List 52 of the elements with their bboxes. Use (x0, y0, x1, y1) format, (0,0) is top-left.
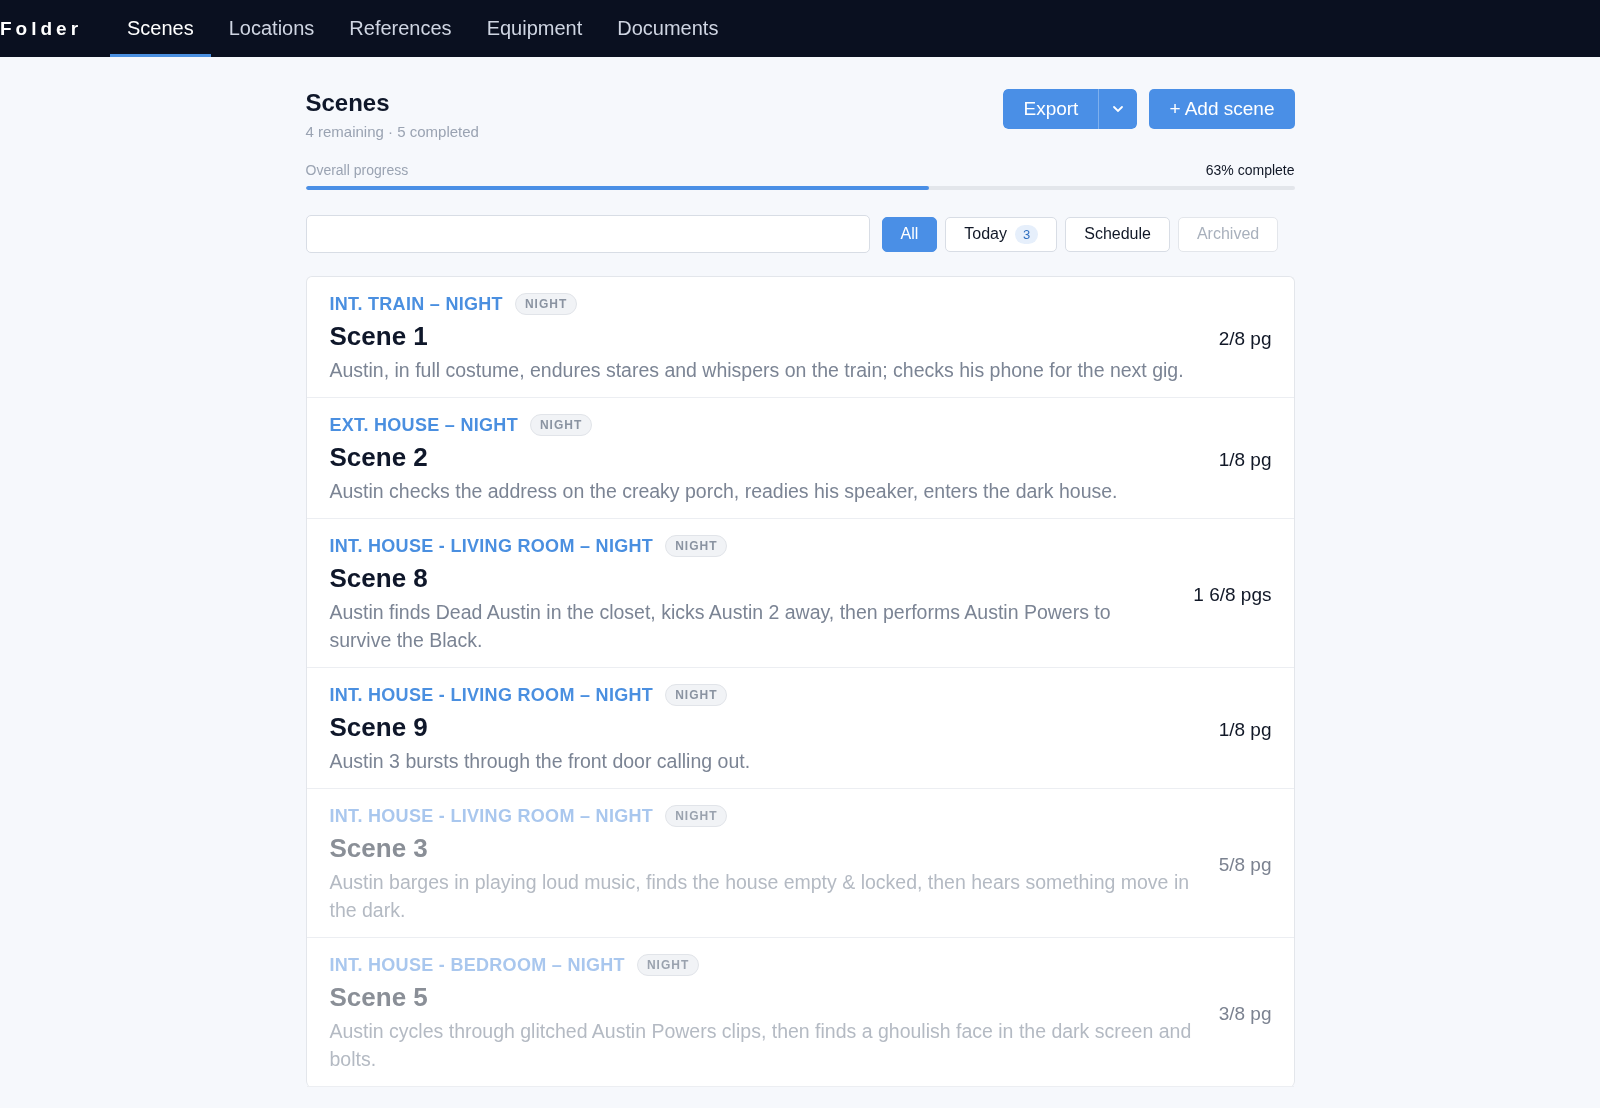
nav-tab[interactable]: Equipment (469, 0, 600, 57)
scene-summary: Austin cycles through glitched Austin Powers clips, then finds a ghoulish face in the dark screen and bolts. (329, 1019, 1193, 1072)
scene-heading: INT. HOUSE - LIVING ROOM – NIGHT (329, 805, 654, 827)
scene-heading: INT. HOUSE - LIVING ROOM – NIGHT (329, 684, 654, 706)
chevron-down-icon (1112, 105, 1125, 113)
scene-row[interactable]: INT. HOUSE - LIVING ROOM – NIGHT NIGHT Scene 9 Austin 3 bursts through the front door calling out. 1/8 pg (306, 668, 1294, 789)
search-field[interactable] (305, 215, 870, 253)
scene-heading: INT. TRAIN – NIGHT (329, 293, 503, 315)
time-tag: NIGHT (514, 293, 578, 315)
filter-button[interactable]: Schedule (1065, 216, 1170, 252)
page-length: 2/8 pg (1218, 327, 1272, 350)
page-length: 1/8 pg (1218, 718, 1272, 741)
filter-button[interactable]: Today 3 (945, 216, 1058, 252)
scene-summary: Austin, in full costume, endures stares and whispers on the train; checks his phone for the next gig. (329, 358, 1185, 383)
scene-row[interactable]: INT. TRAIN – NIGHT NIGHT Scene 1 Austin, in full costume, endures stares and whispers on the train; checks his phone for the next gig. 2/8 pg (306, 277, 1294, 398)
scene-summary: Austin checks the address on the creaky porch, readies his speaker, enters the dark house. (329, 479, 1119, 504)
nav-tab[interactable]: Documents (600, 0, 736, 57)
scene-title: Scene 2 (329, 442, 429, 473)
scene-heading: INT. HOUSE - LIVING ROOM – NIGHT (329, 535, 654, 557)
scene-summary: Austin barges in playing loud music, finds the house empty & locked, then hears something move in the dark. (329, 870, 1191, 923)
scene-heading: INT. HOUSE - BEDROOM – NIGHT (329, 954, 625, 976)
count-badge: 3 (1015, 224, 1039, 244)
nav-tab[interactable]: Locations (211, 0, 332, 57)
time-tag: NIGHT (665, 805, 728, 827)
time-tag: NIGHT (636, 954, 700, 976)
page-length: 1/8 pg (1218, 448, 1272, 471)
scene-title: Scene 9 (329, 712, 429, 743)
scene-row[interactable]: EXT. HOUSE – NIGHT NIGHT Scene 2 Austin checks the address on the creaky porch, readies his speaker, enters the dark house. 1/8 pg (306, 398, 1294, 519)
scene-summary: Austin finds Dead Austin in the closet, kicks Austin 2 away, then performs Austin Powers to survive the Black. (329, 600, 1112, 653)
nav-tab[interactable]: Scenes (110, 0, 211, 57)
scene-title: Scene 8 (329, 563, 429, 594)
time-tag: NIGHT (665, 535, 728, 557)
time-tag: NIGHT (529, 414, 593, 436)
scene-heading: EXT. HOUSE – NIGHT (329, 414, 518, 436)
scene-summary: Austin 3 bursts through the front door calling out. (329, 749, 752, 774)
progress-label: Overall progress (305, 162, 409, 178)
export-options-button[interactable] (1098, 89, 1138, 129)
page-length: 5/8 pg (1218, 853, 1272, 876)
scene-row[interactable]: INT. HOUSE - LIVING ROOM – NIGHT NIGHT Scene 8 Austin finds Dead Austin in the closet, kicks Austin 2 away, then performs Austin Powers to survive the Black. 1 6/8 pgs (306, 519, 1294, 668)
scene-row[interactable]: INT. HOUSE - BEDROOM – NIGHT NIGHT Scene 5 Austin cycles through glitched Austin Powers clips, then finds a ghoulish face in the dark screen and bolts. 3/8 pg (306, 938, 1294, 1087)
progress-reading: 63% complete (1205, 162, 1295, 178)
scene-title: Scene 3 (329, 833, 429, 864)
brand-name: Folder (0, 16, 84, 41)
page-length: 1 6/8 pgs (1193, 583, 1272, 606)
scene-title: Scene 5 (329, 982, 429, 1013)
scene-count-summary: 4 remaining · 5 completed (305, 123, 479, 140)
page-title: Scenes (305, 89, 391, 117)
scene-row[interactable]: INT. HOUSE - LIVING ROOM – NIGHT NIGHT Scene 3 Austin barges in playing loud music, finds the house empty & locked, then hears something move in the dark. 5/8 pg (306, 789, 1294, 938)
page-length: 3/8 pg (1218, 1002, 1272, 1025)
scene-title: Scene 1 (329, 321, 429, 352)
nav-tab[interactable]: References (332, 0, 469, 57)
time-tag: NIGHT (665, 684, 728, 706)
